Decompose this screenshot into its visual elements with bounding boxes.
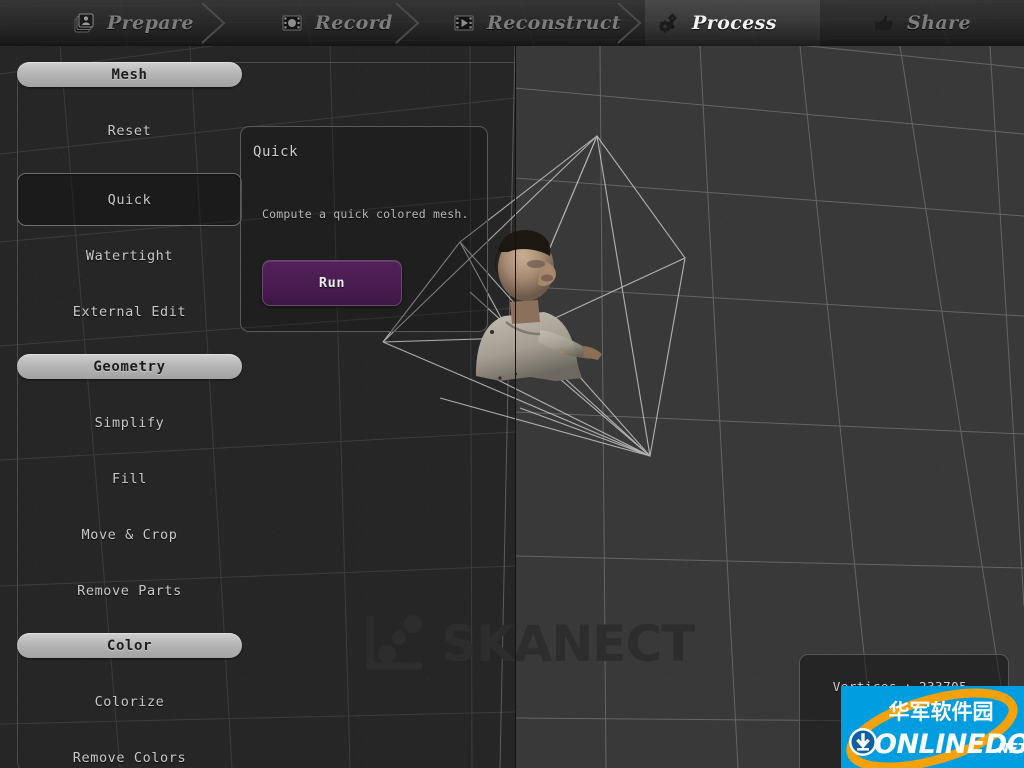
tab-list: Prepare Record Reconstruct Process Share: [0, 0, 1024, 46]
quick-panel: Quick Compute a quick colored mesh. Run: [240, 126, 488, 332]
run-button[interactable]: Run: [262, 260, 402, 306]
sidebar-item-reset[interactable]: Reset: [17, 117, 242, 145]
sidebar-header-mesh: Mesh: [17, 62, 242, 87]
watermark-cn-text: 华军软件园: [889, 700, 994, 724]
sidebar-item-external-edit[interactable]: External Edit: [17, 298, 242, 326]
tab-share[interactable]: Share: [860, 0, 1000, 46]
sidebar-item-colorize[interactable]: Colorize: [17, 688, 242, 716]
film-record-icon: [280, 11, 304, 35]
tab-chevron-1: [201, 2, 226, 44]
sidebar-item-fill[interactable]: Fill: [17, 465, 242, 493]
sidebar-item-simplify[interactable]: Simplify: [17, 409, 242, 437]
tab-process-label: Process: [692, 12, 777, 34]
sidebar-header-geometry: Geometry: [17, 354, 242, 379]
tab-prepare[interactable]: Prepare: [60, 0, 200, 46]
skanect-window: SKANECT Mesh Reset Quick Watertight Exte…: [0, 0, 1024, 768]
scanned-mesh-model[interactable]: [470, 226, 610, 386]
tab-prepare-label: Prepare: [107, 12, 194, 34]
tab-reconstruct-label: Reconstruct: [487, 12, 621, 34]
sidebar-header-color: Color: [17, 633, 242, 658]
photo-stack-icon: [72, 11, 96, 35]
tab-share-label: Share: [907, 12, 971, 34]
film-play-icon: [452, 11, 476, 35]
thumbs-up-icon: [872, 11, 896, 35]
quick-panel-title: Quick: [253, 144, 299, 160]
onlinedown-watermark-graphic: 华军软件园 ONLINEDOWN .NET: [841, 686, 1024, 768]
sidebar-menu: Mesh Reset Quick Watertight External Edi…: [17, 62, 242, 768]
sidebar-item-remove-colors[interactable]: Remove Colors: [17, 744, 242, 768]
onlinedown-watermark: 华军软件园 ONLINEDOWN .NET: [841, 686, 1024, 768]
sidebar-item-move-crop[interactable]: Move & Crop: [17, 521, 242, 549]
gears-icon: [657, 11, 681, 35]
pane-divider: [515, 46, 516, 768]
tab-record[interactable]: Record: [268, 0, 408, 46]
main-stage: SKANECT Mesh Reset Quick Watertight Exte…: [0, 46, 1024, 768]
sidebar-item-quick[interactable]: Quick: [17, 173, 242, 226]
watermark-tld-text: .NET: [993, 742, 1024, 757]
tab-record-label: Record: [315, 12, 393, 34]
quick-panel-description: Compute a quick colored mesh.: [262, 207, 469, 221]
tab-reconstruct[interactable]: Reconstruct: [440, 0, 630, 46]
sidebar-item-remove-parts[interactable]: Remove Parts: [17, 577, 242, 605]
top-navigation-bar: Prepare Record Reconstruct Process Share: [0, 0, 1024, 46]
sidebar-item-watertight[interactable]: Watertight: [17, 242, 242, 270]
tab-process[interactable]: Process: [645, 0, 820, 46]
